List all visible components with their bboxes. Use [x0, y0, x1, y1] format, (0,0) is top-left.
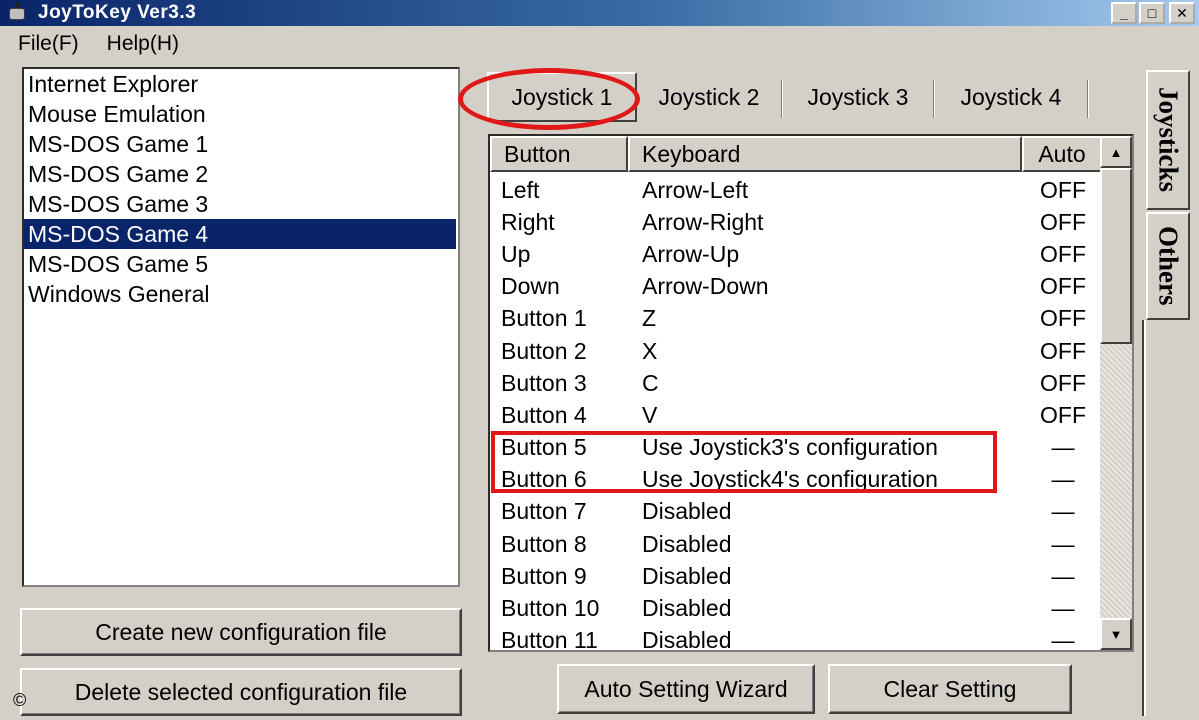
- copyright-icon: ©: [13, 690, 27, 710]
- cell-button: Down: [501, 273, 560, 300]
- joystick-icon: [6, 2, 32, 24]
- side-tab-label: Joysticks: [1153, 87, 1184, 193]
- cell-keyboard: Disabled: [642, 530, 732, 557]
- button-mapping-table[interactable]: Button Keyboard Auto Left Arrow-Left OFF R…: [488, 134, 1134, 652]
- table-row[interactable]: Button 2 X OFF: [490, 335, 1102, 367]
- tab-joystick-3[interactable]: Joystick 3: [785, 74, 931, 120]
- close-button[interactable]: ✕: [1169, 2, 1195, 24]
- side-tab-others[interactable]: Others: [1146, 212, 1190, 320]
- table-row[interactable]: Up Arrow-Up OFF: [490, 238, 1102, 270]
- table-row[interactable]: Button 1 Z OFF: [490, 303, 1102, 335]
- side-tab-label: Others: [1153, 226, 1184, 306]
- cell-keyboard: Disabled: [642, 627, 732, 652]
- minimize-button[interactable]: _: [1111, 2, 1137, 24]
- table-row[interactable]: Button 4 V OFF: [490, 399, 1102, 431]
- cell-button: Button 3: [501, 369, 587, 396]
- table-header: Button Keyboard Auto: [490, 136, 1102, 172]
- table-row[interactable]: Button 9 Disabled —: [490, 560, 1102, 592]
- cell-keyboard: Z: [642, 305, 657, 332]
- cell-button: Left: [501, 176, 540, 203]
- cell-auto: OFF: [1040, 401, 1086, 428]
- tab-joystick-2[interactable]: Joystick 2: [639, 74, 779, 120]
- cell-auto: OFF: [1040, 176, 1086, 203]
- table-row[interactable]: Button 11 Disabled —: [490, 625, 1102, 652]
- cell-auto: —: [1051, 466, 1075, 493]
- auto-setting-wizard-button[interactable]: Auto Setting Wizard: [557, 664, 815, 714]
- cell-keyboard: C: [642, 369, 659, 396]
- window-title: JoyToKey Ver3.3: [38, 2, 197, 23]
- cell-auto: —: [1051, 562, 1075, 589]
- cell-keyboard: Arrow-Right: [642, 208, 764, 235]
- column-header-button[interactable]: Button: [490, 136, 628, 172]
- cell-auto: —: [1051, 434, 1075, 461]
- annotation-rectangle: [491, 431, 997, 493]
- cell-button: Button 7: [501, 498, 587, 525]
- cell-keyboard: X: [642, 337, 658, 364]
- scroll-down-arrow-icon[interactable]: ▼: [1100, 618, 1132, 650]
- vertical-scrollbar[interactable]: ▲ ▼: [1100, 136, 1132, 650]
- cell-button: Button 2: [501, 337, 587, 364]
- cell-auto: —: [1051, 498, 1075, 525]
- cell-button: Right: [501, 208, 555, 235]
- cell-auto: —: [1051, 595, 1075, 622]
- maximize-button[interactable]: □: [1139, 2, 1165, 24]
- create-config-button[interactable]: Create new configuration file: [20, 608, 462, 656]
- config-item[interactable]: Windows General: [24, 279, 458, 309]
- cell-keyboard: V: [642, 401, 658, 428]
- table-row[interactable]: Button 8 Disabled —: [490, 528, 1102, 560]
- annotation-circle: [458, 68, 640, 130]
- panel-divider: [1142, 320, 1146, 716]
- config-item[interactable]: Internet Explorer: [24, 69, 458, 99]
- cell-button: Up: [501, 240, 531, 267]
- cell-auto: OFF: [1040, 240, 1086, 267]
- cell-keyboard: Arrow-Left: [642, 176, 749, 203]
- cell-button: Button 9: [501, 562, 587, 589]
- scroll-up-arrow-icon[interactable]: ▲: [1100, 136, 1132, 168]
- cell-auto: —: [1051, 530, 1075, 557]
- cell-button: Button 11: [501, 627, 598, 652]
- cell-auto: OFF: [1040, 337, 1086, 364]
- config-item[interactable]: MS-DOS Game 3: [24, 189, 458, 219]
- cell-keyboard: Arrow-Down: [642, 273, 769, 300]
- column-header-keyboard[interactable]: Keyboard: [628, 136, 1022, 172]
- cell-button: Button 10: [501, 595, 600, 622]
- cell-auto: OFF: [1040, 273, 1086, 300]
- side-tab-joysticks[interactable]: Joysticks: [1146, 70, 1190, 210]
- cell-auto: OFF: [1040, 208, 1086, 235]
- menu-help[interactable]: Help(H): [107, 32, 179, 56]
- window-controls: _ □ ✕: [1111, 2, 1195, 24]
- config-item[interactable]: Mouse Emulation: [24, 99, 458, 129]
- cell-keyboard: Disabled: [642, 498, 732, 525]
- menu-bar: File(F) Help(H): [0, 28, 1199, 60]
- tab-joystick-4[interactable]: Joystick 4: [937, 74, 1085, 120]
- column-header-auto[interactable]: Auto: [1022, 136, 1102, 172]
- table-row[interactable]: Right Arrow-Right OFF: [490, 206, 1102, 238]
- config-item-selected[interactable]: MS-DOS Game 4: [24, 219, 456, 249]
- config-item[interactable]: MS-DOS Game 5: [24, 249, 458, 279]
- cell-keyboard: Disabled: [642, 595, 732, 622]
- cell-auto: —: [1051, 627, 1075, 652]
- cell-button: Button 8: [501, 530, 587, 557]
- clear-setting-button[interactable]: Clear Setting: [828, 664, 1072, 714]
- cell-auto: OFF: [1040, 305, 1086, 332]
- configuration-list[interactable]: Internet Explorer Mouse Emulation MS-DOS…: [22, 67, 460, 587]
- config-item[interactable]: MS-DOS Game 1: [24, 129, 458, 159]
- table-row[interactable]: Left Arrow-Left OFF: [490, 174, 1102, 206]
- table-row[interactable]: Button 7 Disabled —: [490, 496, 1102, 528]
- cell-keyboard: Arrow-Up: [642, 240, 740, 267]
- table-row[interactable]: Button 3 C OFF: [490, 367, 1102, 399]
- cell-button: Button 1: [501, 305, 587, 332]
- cell-button: Button 4: [501, 401, 587, 428]
- config-item[interactable]: MS-DOS Game 2: [24, 159, 458, 189]
- menu-file[interactable]: File(F): [18, 32, 79, 56]
- table-row[interactable]: Down Arrow-Down OFF: [490, 271, 1102, 303]
- cell-auto: OFF: [1040, 369, 1086, 396]
- scrollbar-thumb[interactable]: [1100, 168, 1132, 344]
- table-rows: Left Arrow-Left OFF Right Arrow-Right OFF Up…: [490, 174, 1102, 652]
- delete-config-button[interactable]: Delete selected configuration file: [20, 668, 462, 716]
- cell-keyboard: Disabled: [642, 562, 732, 589]
- title-bar: JoyToKey Ver3.3 _ □ ✕: [0, 0, 1199, 26]
- table-row[interactable]: Button 10 Disabled —: [490, 592, 1102, 624]
